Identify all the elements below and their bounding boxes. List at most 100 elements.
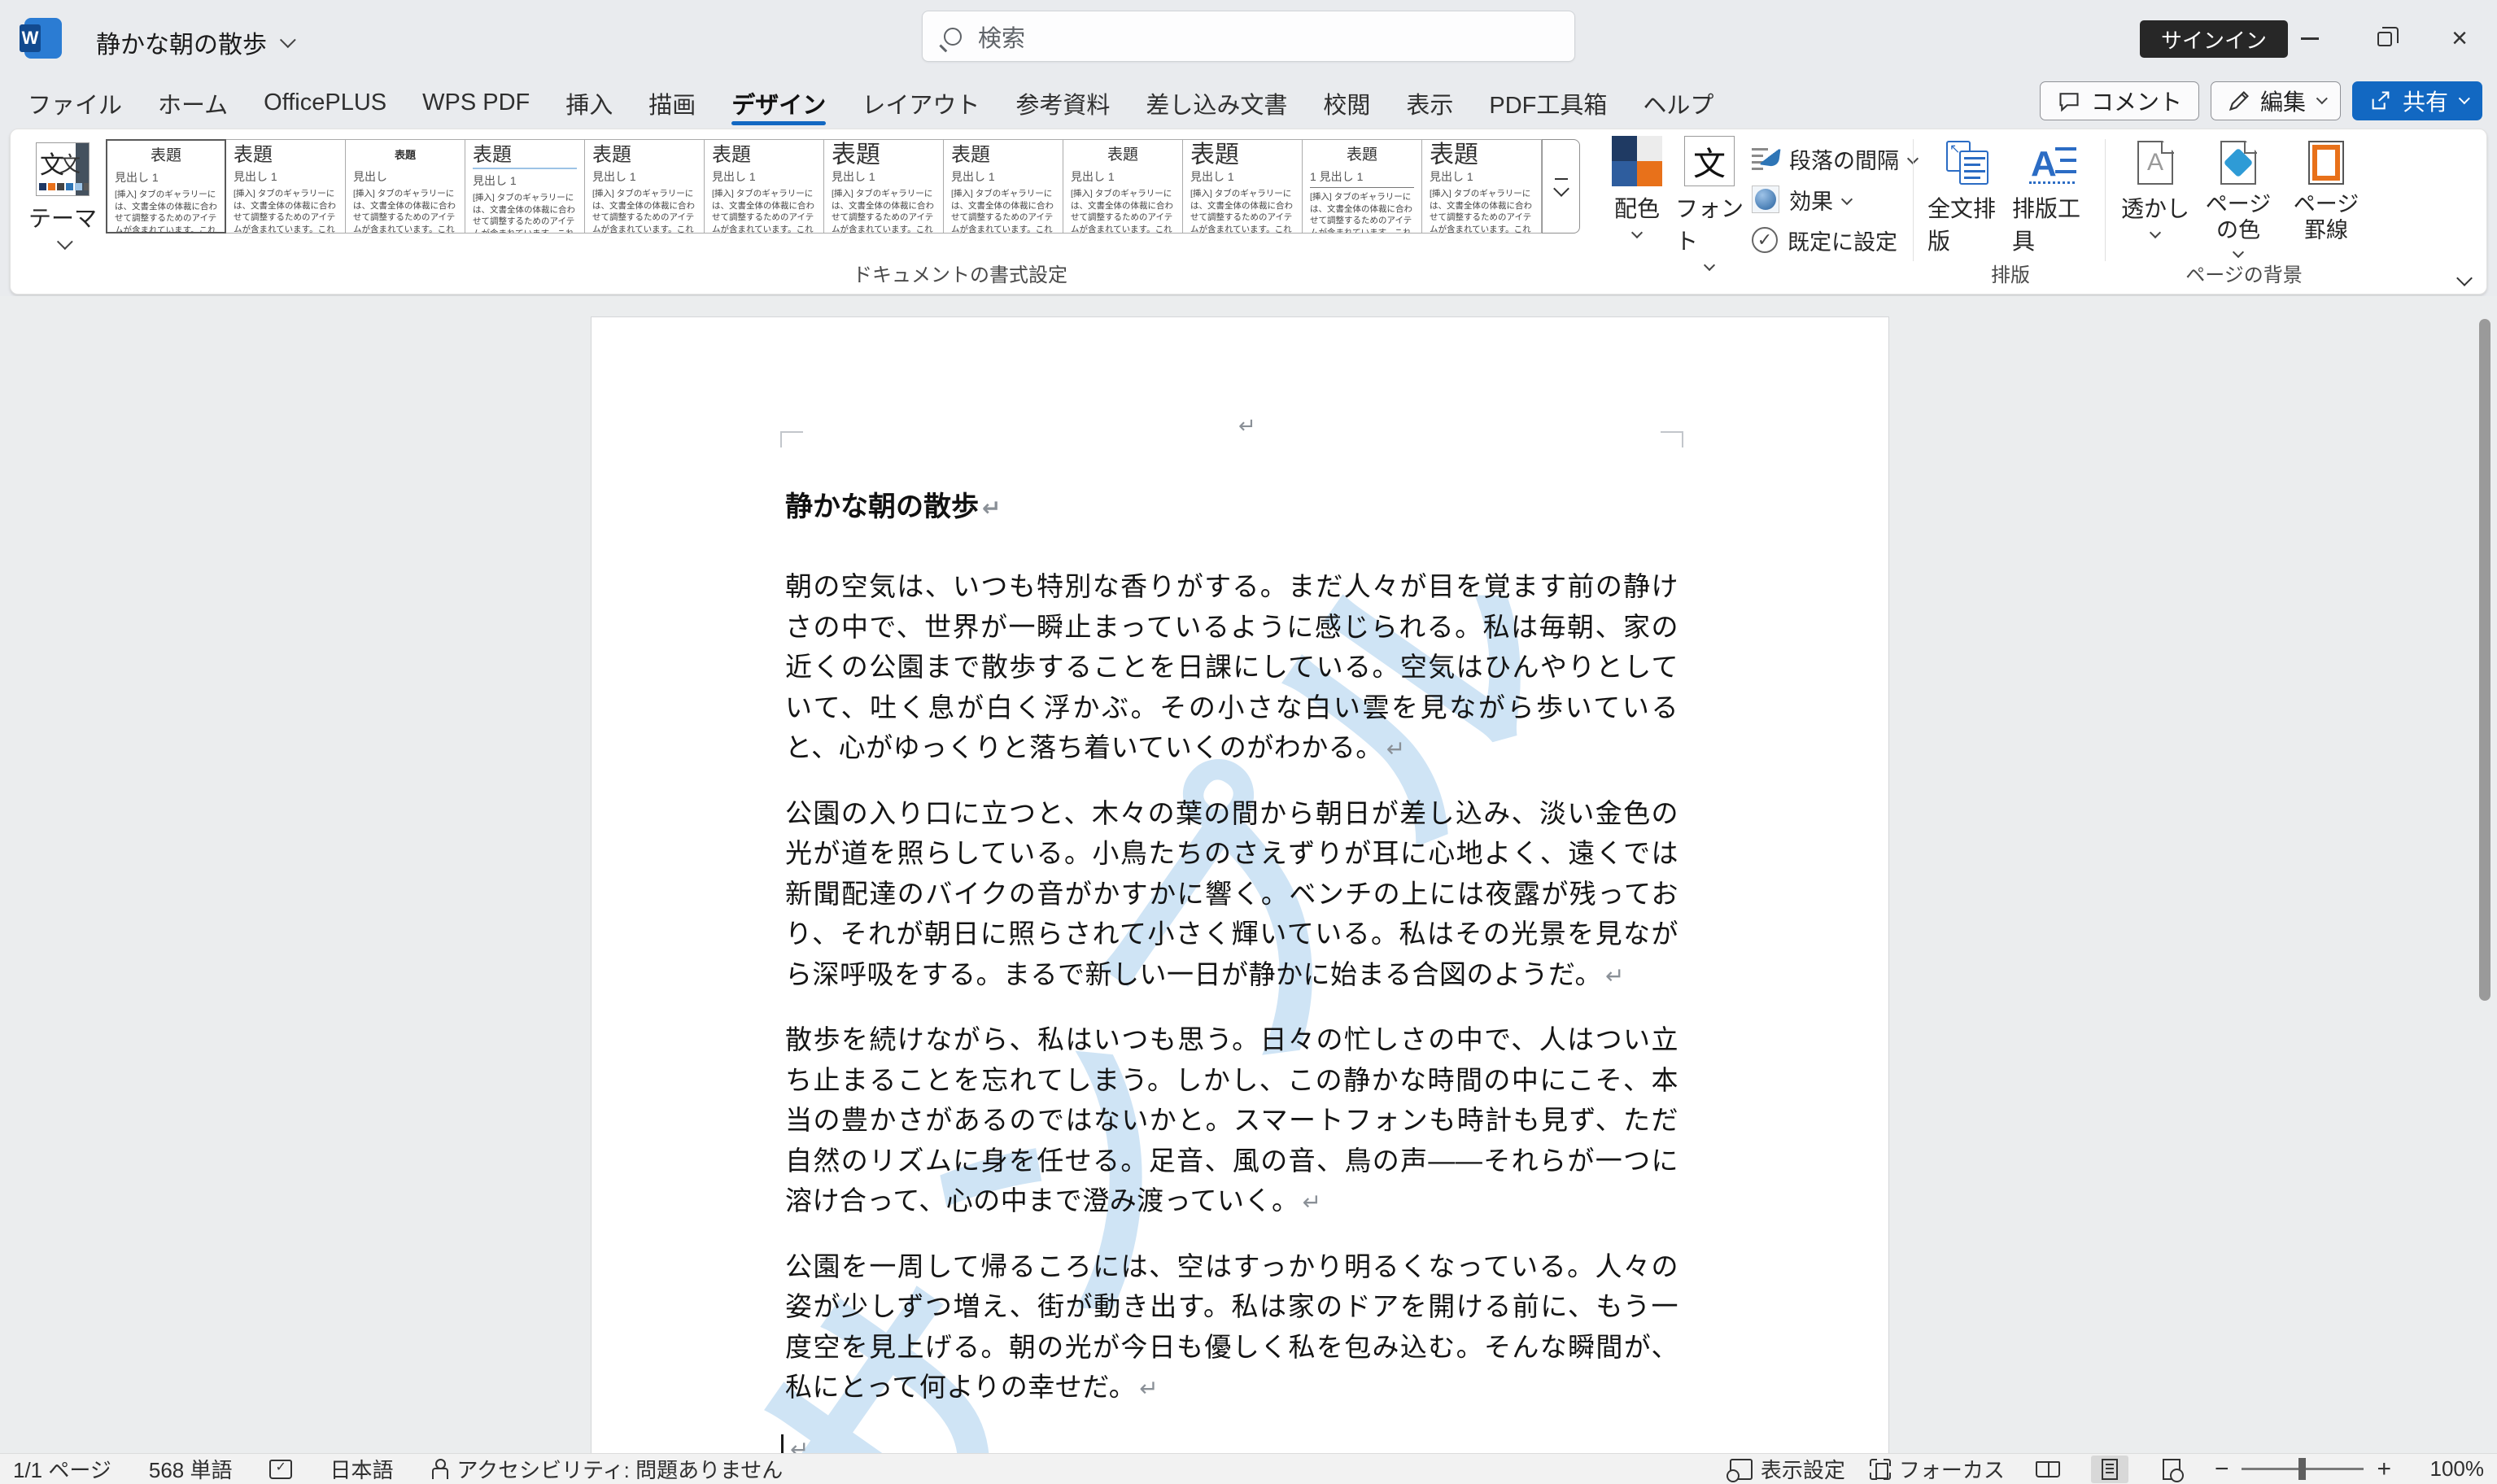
tab-officeplus[interactable]: OfficePLUS <box>246 77 404 129</box>
collapse-ribbon-button[interactable] <box>2456 270 2473 286</box>
style-set-card-11[interactable]: 表題 1 見出し 1 [挿入] タブのギャラリーには、文書全体の体裁に合わせて調整す… <box>1302 139 1422 234</box>
style-card-body: [挿入] タブのギャラリーには、文書全体の体裁に合わせて調整するためのアイテムが… <box>115 190 217 234</box>
style-card-heading: 見出し 1 <box>712 170 756 183</box>
ribbon-design-tab: 文 文 テーマ 表題 見出し 1 [挿入] タブのギャラリーには、文書全体の体裁に合… <box>10 129 2487 295</box>
style-set-card-12[interactable]: 表題 見出し 1 [挿入] タブのギャラリーには、文書全体の体裁に合わせて調整するた… <box>1421 139 1542 234</box>
style-card-body: [挿入] タブのギャラリーには、文書全体の体裁に合わせて調整するためのアイテムが… <box>832 189 934 234</box>
full-text-layout-icon <box>1945 139 1992 186</box>
style-card-body: [挿入] タブのギャラリーには、文書全体の体裁に合わせて調整するためのアイテムが… <box>473 193 575 234</box>
page-number-indicator[interactable]: 1/1 ページ <box>13 1454 111 1484</box>
display-settings-button[interactable]: 表示設定 <box>1726 1454 1845 1484</box>
style-card-heading: 見出し 1 <box>832 170 875 183</box>
page-borders-button[interactable]: ページ罫線 <box>2284 139 2368 243</box>
restore-button[interactable] <box>2347 0 2422 77</box>
tab-view[interactable]: 表示 <box>1388 77 1471 129</box>
chevron-down-icon <box>2149 226 2162 239</box>
zoom-out-button[interactable]: − <box>2215 1456 2229 1482</box>
editing-mode-button[interactable]: 編集 <box>2210 81 2341 120</box>
document-formatting-gallery: 表題見出し 1 [挿入] タブのギャラリーには、文書全体の体裁に合わせて調整するた… <box>106 139 1580 234</box>
search-input[interactable]: 検索 <box>922 11 1575 62</box>
gallery-more-button[interactable] <box>1542 139 1580 234</box>
tab-design[interactable]: デザイン <box>714 77 844 129</box>
language-indicator[interactable]: 日本語 <box>330 1454 393 1484</box>
tab-references[interactable]: 参考資料 <box>997 77 1128 129</box>
style-card-heading: 見出し 1 <box>473 174 517 187</box>
share-button[interactable]: 共有 <box>2351 81 2482 120</box>
tab-layout[interactable]: レイアウト <box>844 77 997 129</box>
themes-label: テーマ <box>28 206 97 231</box>
style-set-card-4[interactable]: 表題 見出し 1 [挿入] タブのギャラリーには、文書全体の体裁に合わせて調整するた… <box>465 139 585 234</box>
chevron-down-icon <box>1840 193 1853 206</box>
proofing-book-icon <box>269 1459 293 1479</box>
paragraph-spacing-button[interactable]: 段落の間隔 <box>1752 142 1919 175</box>
chevron-down-icon <box>2316 93 2328 105</box>
share-icon <box>2372 91 2390 110</box>
proofing-status[interactable] <box>269 1459 293 1479</box>
tab-pdf-tools[interactable]: PDF工具箱 <box>1471 77 1625 129</box>
style-set-card-5[interactable]: 表題 見出し 1 [挿入] タブのギャラリーには、文書全体の体裁に合わせて調整するた… <box>584 139 705 234</box>
zoom-percentage[interactable]: 100% <box>2416 1456 2485 1482</box>
style-card-title: 表題 <box>1107 146 1138 164</box>
colors-button[interactable]: 配色 <box>1605 136 1669 239</box>
tab-mailings[interactable]: 差し込み文書 <box>1128 77 1305 129</box>
theme-glyph-2: 文 <box>59 152 81 177</box>
document-title[interactable]: 静かな朝の散歩 <box>96 24 296 60</box>
vertical-scrollbar-thumb[interactable] <box>2479 319 2490 1001</box>
pencil-icon <box>2229 91 2249 111</box>
full-text-layout-button[interactable]: 全文排版 <box>1927 139 2009 256</box>
web-layout-icon <box>2162 1458 2184 1482</box>
print-layout-button[interactable] <box>2090 1455 2128 1483</box>
comments-button[interactable]: コメント <box>2039 81 2199 120</box>
zoom-slider-handle[interactable] <box>2298 1458 2307 1480</box>
close-button[interactable]: × <box>2422 0 2497 77</box>
style-set-card-6[interactable]: 表題 見出し 1 [挿入] タブのギャラリーには、文書全体の体裁に合わせて調整するた… <box>704 139 824 234</box>
group-label-document-formatting: ドキュメントの書式設定 <box>853 264 1067 286</box>
chevron-down-icon <box>279 32 296 49</box>
tab-wps-pdf[interactable]: WPS PDF <box>404 77 548 129</box>
watermark-button[interactable]: A 透かし <box>2119 139 2191 239</box>
sign-in-button[interactable]: サインイン <box>2140 20 2289 58</box>
tab-home[interactable]: ホーム <box>140 77 246 129</box>
style-set-card-3[interactable]: 表題 見出し [挿入] タブのギャラリーには、文書全体の体裁に合わせて調整するための… <box>345 139 465 234</box>
style-card-title: 表題 <box>234 144 273 166</box>
word-count-indicator[interactable]: 568 単語 <box>149 1454 233 1484</box>
style-card-body: [挿入] タブのギャラリーには、文書全体の体裁に合わせて調整するためのアイテムが… <box>234 189 336 234</box>
tab-insert[interactable]: 挿入 <box>548 77 631 129</box>
layout-tools-button[interactable]: A 排版工具 <box>2012 139 2093 256</box>
accessibility-status[interactable]: アクセシビリティ: 問題ありません <box>430 1454 783 1484</box>
zoom-in-button[interactable]: + <box>2377 1456 2391 1482</box>
set-as-default-button[interactable]: ✓ 既定に設定 <box>1752 224 1917 256</box>
effects-label: 効果 <box>1789 189 1833 214</box>
page-borders-label: ページ罫線 <box>2293 192 2359 242</box>
style-set-card-1[interactable]: 表題 見出し 1 [挿入] タブのギャラリーには、文書全体の体裁に合わせて調整するた… <box>106 139 226 234</box>
layout-tools-label: 排版工具 <box>2012 196 2081 254</box>
web-layout-button[interactable] <box>2153 1456 2190 1483</box>
ribbon-quick-actions: コメント 編集 共有 <box>2039 81 2482 120</box>
document-body[interactable]: 静かな朝の散歩 ↵ 朝の空気は、いつも特別な香りがする。まだ人々が目を覚ます前の静… <box>592 317 1888 1453</box>
tab-help[interactable]: ヘルプ <box>1625 77 1731 129</box>
read-mode-button[interactable] <box>2029 1456 2067 1483</box>
comment-icon <box>2059 93 2079 112</box>
style-set-card-10[interactable]: 表題 見出し 1 [挿入] タブのギャラリーには、文書全体の体裁に合わせて調整するた… <box>1182 139 1303 234</box>
page-color-button[interactable]: ページの色 <box>2196 139 2281 259</box>
document-page[interactable]: サンプル ↵ 静かな朝の散歩 ↵ 朝の空気は、いつも特別な香りがする。まだ人々が目… <box>591 316 1889 1453</box>
zoom-slider[interactable] <box>2242 1458 2364 1480</box>
paragraph-spacing-label: 段落の間隔 <box>1789 148 1899 173</box>
tab-file[interactable]: ファイル <box>10 77 140 129</box>
minimize-button[interactable] <box>2272 0 2347 77</box>
word-app-icon[interactable] <box>20 18 62 59</box>
effects-button[interactable]: 効果 <box>1752 183 1917 216</box>
style-set-card-2[interactable]: 表題 見出し 1 [挿入] タブのギャラリーには、文書全体の体裁に合わせて調整するた… <box>225 139 346 234</box>
style-card-title: 表題 <box>712 144 751 166</box>
style-card-title: 表題 <box>832 142 880 168</box>
fonts-button[interactable]: 文 フォント <box>1675 136 1744 272</box>
tab-draw[interactable]: 描画 <box>631 77 714 129</box>
text-cursor <box>781 1434 784 1453</box>
style-set-card-9[interactable]: 表題 見出し 1 [挿入] タブのギャラリーには、文書全体の体裁に合わせて調整するた… <box>1063 139 1183 234</box>
focus-mode-button[interactable]: フォーカス <box>1870 1454 2005 1484</box>
document-title-text: 静かな朝の散歩 <box>96 32 267 59</box>
tab-review[interactable]: 校閲 <box>1305 77 1388 129</box>
style-set-card-7[interactable]: 表題見出し 1 [挿入] タブのギャラリーには、文書全体の体裁に合わせて調整するた… <box>823 139 944 234</box>
style-set-card-8[interactable]: 表題 見出し 1 [挿入] タブのギャラリーには、文書全体の体裁に合わせて調整するた… <box>943 139 1063 234</box>
chevron-down-icon <box>1630 226 1644 239</box>
